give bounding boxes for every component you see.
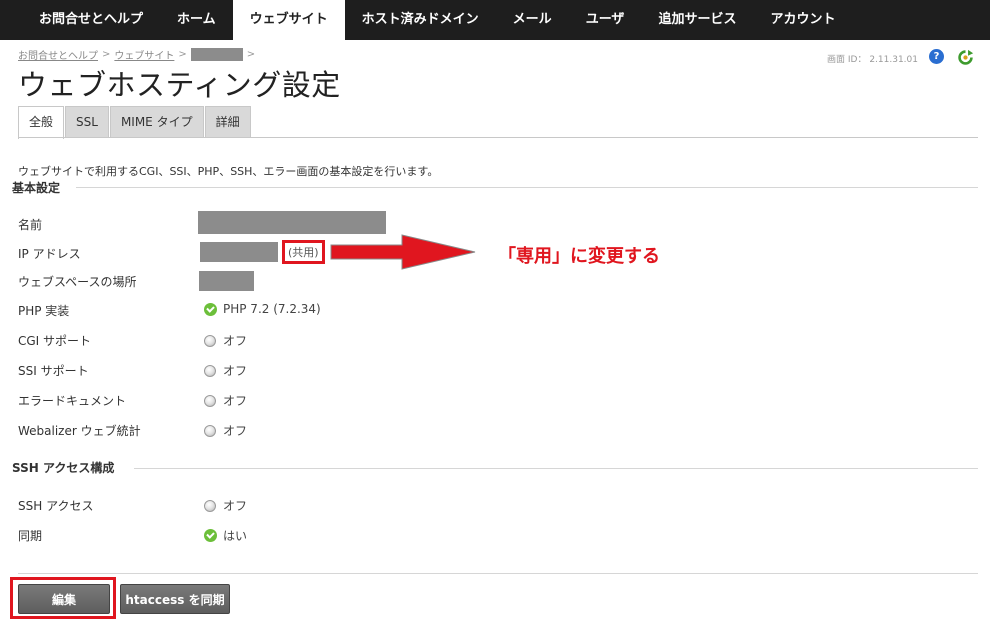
annotation-arrow-icon (330, 234, 476, 270)
status-text: PHP 7.2 (7.2.34) (223, 302, 321, 316)
status-off-icon (204, 334, 216, 347)
setting-row-webspace: ウェブスペースの場所 (18, 271, 618, 291)
section-divider (76, 187, 978, 188)
setting-label: 名前 (18, 218, 43, 232)
redacted-ip (200, 242, 278, 262)
setting-row-webalizer: Webalizer ウェブ統計 オフ (18, 420, 618, 440)
setting-row-php: PHP 実装 PHP 7.2 (7.2.34) (18, 300, 618, 320)
tab-general[interactable]: 全般 (18, 106, 65, 139)
setting-label: CGI サポート (18, 334, 92, 348)
nav-item-home[interactable]: ホーム (160, 0, 233, 40)
setting-value: オフ (204, 422, 247, 439)
redacted-webspace (199, 271, 254, 291)
setting-value: オフ (204, 497, 247, 514)
tab-bar: 全般 SSL MIME タイプ 詳細 (18, 106, 252, 139)
tab-mime-types[interactable]: MIME タイプ (109, 106, 204, 138)
edit-button[interactable]: 編集 (18, 584, 110, 614)
setting-row-ssi: SSI サポート オフ (18, 360, 618, 380)
setting-label: SSI サポート (18, 364, 89, 378)
status-text: オフ (223, 334, 248, 348)
setting-row-name: 名前 (18, 211, 618, 234)
setting-label: PHP 実装 (18, 304, 70, 318)
screen-id: 画面 ID： 2.11.31.01 (827, 55, 918, 65)
tab-ssl[interactable]: SSL (65, 106, 109, 138)
section-heading-ssh: SSH アクセス構成 (12, 461, 115, 475)
breadcrumb-separator: > (178, 49, 187, 60)
ip-shared-badge: (共用) (282, 240, 325, 264)
sync-htaccess-button[interactable]: htaccess を同期 (120, 584, 230, 614)
status-on-icon (204, 529, 217, 542)
setting-value: オフ (204, 332, 247, 349)
nav-item-mail[interactable]: メール (496, 0, 569, 40)
status-text: オフ (223, 394, 248, 408)
nav-item-additional-services[interactable]: 追加サービス (641, 0, 753, 40)
setting-row-cgi: CGI サポート オフ (18, 330, 618, 350)
nav-item-users[interactable]: ユーザ (569, 0, 642, 40)
setting-row-error-documents: エラードキュメント オフ (18, 390, 618, 410)
nav-item-website[interactable]: ウェブサイト (232, 0, 345, 41)
breadcrumb-link-help[interactable]: お問合せとヘルプ (18, 47, 98, 62)
breadcrumb-redacted-site (190, 48, 243, 61)
tabs-divider (18, 137, 978, 138)
setting-value: オフ (204, 392, 247, 409)
status-on-icon (204, 302, 217, 316)
setting-value: (共用) (200, 240, 325, 264)
status-text: オフ (223, 364, 248, 378)
setting-label: IP アドレス (18, 247, 81, 261)
breadcrumb: お問合せとヘルプ > ウェブサイト > > (18, 47, 259, 62)
section-heading-basic: 基本設定 (12, 181, 61, 195)
section-divider (134, 468, 978, 469)
page-description: ウェブサイトで利用するCGI、SSI、PHP、SSH、エラー画面の基本設定を行い… (18, 165, 439, 178)
footer-divider (18, 573, 978, 574)
top-nav: お問合せとヘルプ ホーム ウェブサイト ホスト済みドメイン メール ユーザ 追加… (0, 0, 990, 41)
breadcrumb-separator: > (102, 49, 111, 60)
setting-label: ウェブスペースの場所 (18, 275, 137, 289)
status-off-icon (204, 499, 216, 512)
help-icon[interactable]: ? (929, 49, 944, 64)
page-title: ウェブホスティング設定 (18, 68, 341, 102)
tab-details[interactable]: 詳細 (204, 106, 251, 138)
status-off-icon (204, 394, 216, 407)
setting-row-ssh-access: SSH アクセス オフ (18, 495, 618, 515)
setting-row-sync: 同期 はい (18, 525, 618, 545)
setting-value: はい (204, 527, 247, 544)
breadcrumb-separator: > (246, 49, 256, 60)
setting-value (199, 271, 254, 291)
nav-item-account[interactable]: アカウント (753, 0, 852, 40)
status-text: オフ (223, 424, 248, 438)
setting-label: Webalizer ウェブ統計 (18, 424, 141, 438)
setting-label: エラードキュメント (18, 394, 127, 408)
setting-value: PHP 7.2 (7.2.34) (204, 302, 321, 316)
annotation-text: 「専用」に変更する (498, 246, 660, 267)
setting-value: オフ (204, 362, 247, 379)
setting-label: 同期 (18, 529, 43, 543)
status-off-icon (204, 424, 216, 437)
setting-label: SSH アクセス (18, 499, 94, 513)
redacted-name (198, 211, 386, 234)
refresh-icon[interactable] (957, 49, 974, 66)
status-text: オフ (223, 499, 248, 513)
setting-value (198, 211, 386, 234)
breadcrumb-link-website[interactable]: ウェブサイト (114, 47, 174, 62)
status-off-icon (204, 364, 216, 377)
nav-item-help[interactable]: お問合せとヘルプ (22, 0, 160, 40)
status-text: はい (223, 529, 248, 543)
nav-item-hosted-domains[interactable]: ホスト済みドメイン (345, 0, 496, 40)
